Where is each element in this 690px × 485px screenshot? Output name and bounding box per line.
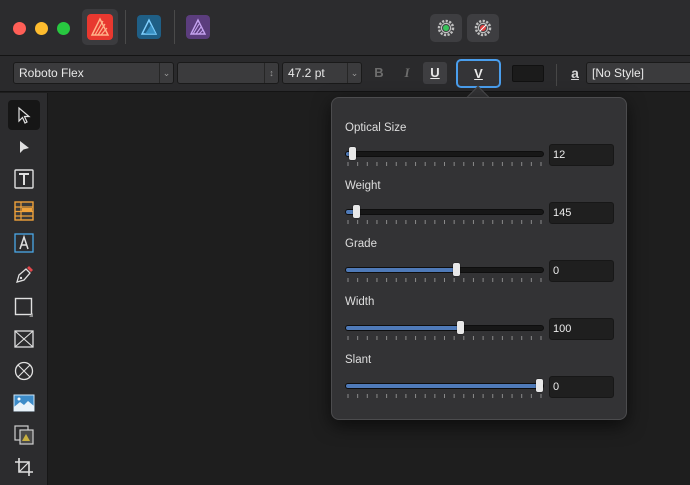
axis-slider[interactable] [345, 379, 544, 392]
axis-slider[interactable] [345, 321, 544, 334]
frame-text-tool[interactable] [8, 228, 40, 258]
variable-font-button[interactable]: V [456, 59, 501, 88]
rectangle-tool[interactable] [8, 292, 40, 322]
slider-ticks [347, 220, 542, 224]
snapping-button[interactable] [467, 14, 499, 42]
slider-thumb[interactable] [352, 205, 360, 218]
axis-label: Optical Size [345, 122, 407, 134]
move-tool[interactable] [8, 100, 40, 130]
chevron-updown-icon[interactable]: ↕ [264, 63, 278, 83]
photo-persona-icon [186, 15, 210, 39]
slider-ticks [347, 394, 542, 398]
artistic-text-tool[interactable] [8, 164, 40, 194]
close-window-button[interactable] [13, 22, 26, 35]
content-tool-icon [14, 425, 34, 445]
font-size-value: 47.2 pt [288, 66, 325, 80]
slider-fill [346, 326, 461, 330]
minimize-window-button[interactable] [35, 22, 48, 35]
paragraph-style-value: [No Style] [592, 66, 645, 80]
slider-thumb[interactable] [536, 379, 544, 392]
slider-ticks [347, 336, 542, 340]
variable-font-popover: Optical Size 12 Weight 145 Grade 0 Width 100 Sla… [331, 97, 627, 420]
ellipse-frame-tool[interactable] [8, 356, 40, 386]
picture-frame-tool[interactable] [8, 324, 40, 354]
tools-panel [0, 93, 48, 485]
axis-label: Width [345, 296, 375, 308]
axis-slider[interactable] [345, 263, 544, 276]
slider-thumb[interactable] [348, 147, 356, 160]
axis-value-field[interactable]: 145 [549, 202, 614, 224]
text-color-swatch[interactable] [512, 65, 544, 82]
designer-persona-button[interactable] [82, 9, 118, 45]
move-tool-icon [18, 106, 31, 124]
axis-label: Grade [345, 238, 377, 250]
slider-fill [346, 268, 457, 272]
preferences-gear-icon [437, 19, 455, 37]
table-tool[interactable] [8, 196, 40, 226]
slider-thumb[interactable] [457, 321, 465, 334]
chevron-down-icon[interactable]: ⌄ [159, 63, 173, 83]
place-image-tool[interactable] [8, 388, 40, 418]
slider-fill [346, 384, 540, 388]
font-style-dropdown[interactable]: ↕ [177, 62, 279, 84]
axis-value-field[interactable]: 0 [549, 376, 614, 398]
axis-slider[interactable] [345, 147, 544, 160]
snapping-gear-icon [474, 19, 492, 37]
variable-font-icon: V [474, 66, 483, 81]
underline-button[interactable]: U [423, 62, 447, 84]
context-toolbar: Roboto Flex ⌄ ↕ 47.2 pt ⌄ B I U V a [No … [0, 56, 690, 92]
node-tool-icon [20, 141, 29, 153]
pen-tool-icon [16, 266, 33, 283]
font-family-value: Roboto Flex [19, 66, 84, 80]
rectangle-tool-icon [14, 297, 33, 317]
artistic-text-tool-icon [14, 169, 34, 189]
font-family-dropdown[interactable]: Roboto Flex ⌄ [13, 62, 174, 84]
frame-text-tool-icon [14, 233, 34, 253]
slider-thumb[interactable] [453, 263, 461, 276]
bold-button[interactable]: B [367, 62, 391, 84]
preferences-button[interactable] [430, 14, 462, 42]
photo-persona-button[interactable] [180, 9, 216, 45]
title-bar [0, 0, 690, 56]
zoom-window-button[interactable] [57, 22, 70, 35]
axis-value-field[interactable]: 100 [549, 318, 614, 340]
axis-label: Slant [345, 354, 372, 366]
node-tool[interactable] [8, 132, 40, 162]
publisher-persona-button[interactable] [131, 9, 167, 45]
italic-button[interactable]: I [395, 62, 419, 84]
ellipse-frame-tool-icon [14, 361, 34, 381]
underline-icon: U [430, 65, 440, 80]
axis-label: Weight [345, 180, 381, 192]
axis-value-field[interactable]: 12 [549, 144, 614, 166]
font-size-field[interactable]: 47.2 pt ⌄ [282, 62, 362, 84]
crop-tool-icon [15, 458, 33, 476]
paragraph-style-icon[interactable]: a [563, 62, 587, 84]
italic-icon: I [404, 65, 410, 80]
content-tool[interactable] [8, 420, 40, 450]
chevron-down-icon[interactable]: ⌄ [347, 63, 361, 83]
place-image-tool-icon [13, 394, 35, 412]
bold-icon: B [374, 65, 384, 80]
pen-tool[interactable] [8, 260, 40, 290]
table-tool-icon [14, 201, 34, 221]
paragraph-style-dropdown[interactable]: [No Style] [586, 62, 690, 84]
publisher-persona-icon [137, 15, 161, 39]
slider-ticks [347, 278, 542, 282]
axis-slider[interactable] [345, 205, 544, 218]
designer-persona-icon [87, 14, 113, 40]
picture-frame-tool-icon [14, 330, 34, 348]
axis-value-field[interactable]: 0 [549, 260, 614, 282]
slider-ticks [347, 162, 542, 166]
crop-tool[interactable] [8, 452, 40, 482]
